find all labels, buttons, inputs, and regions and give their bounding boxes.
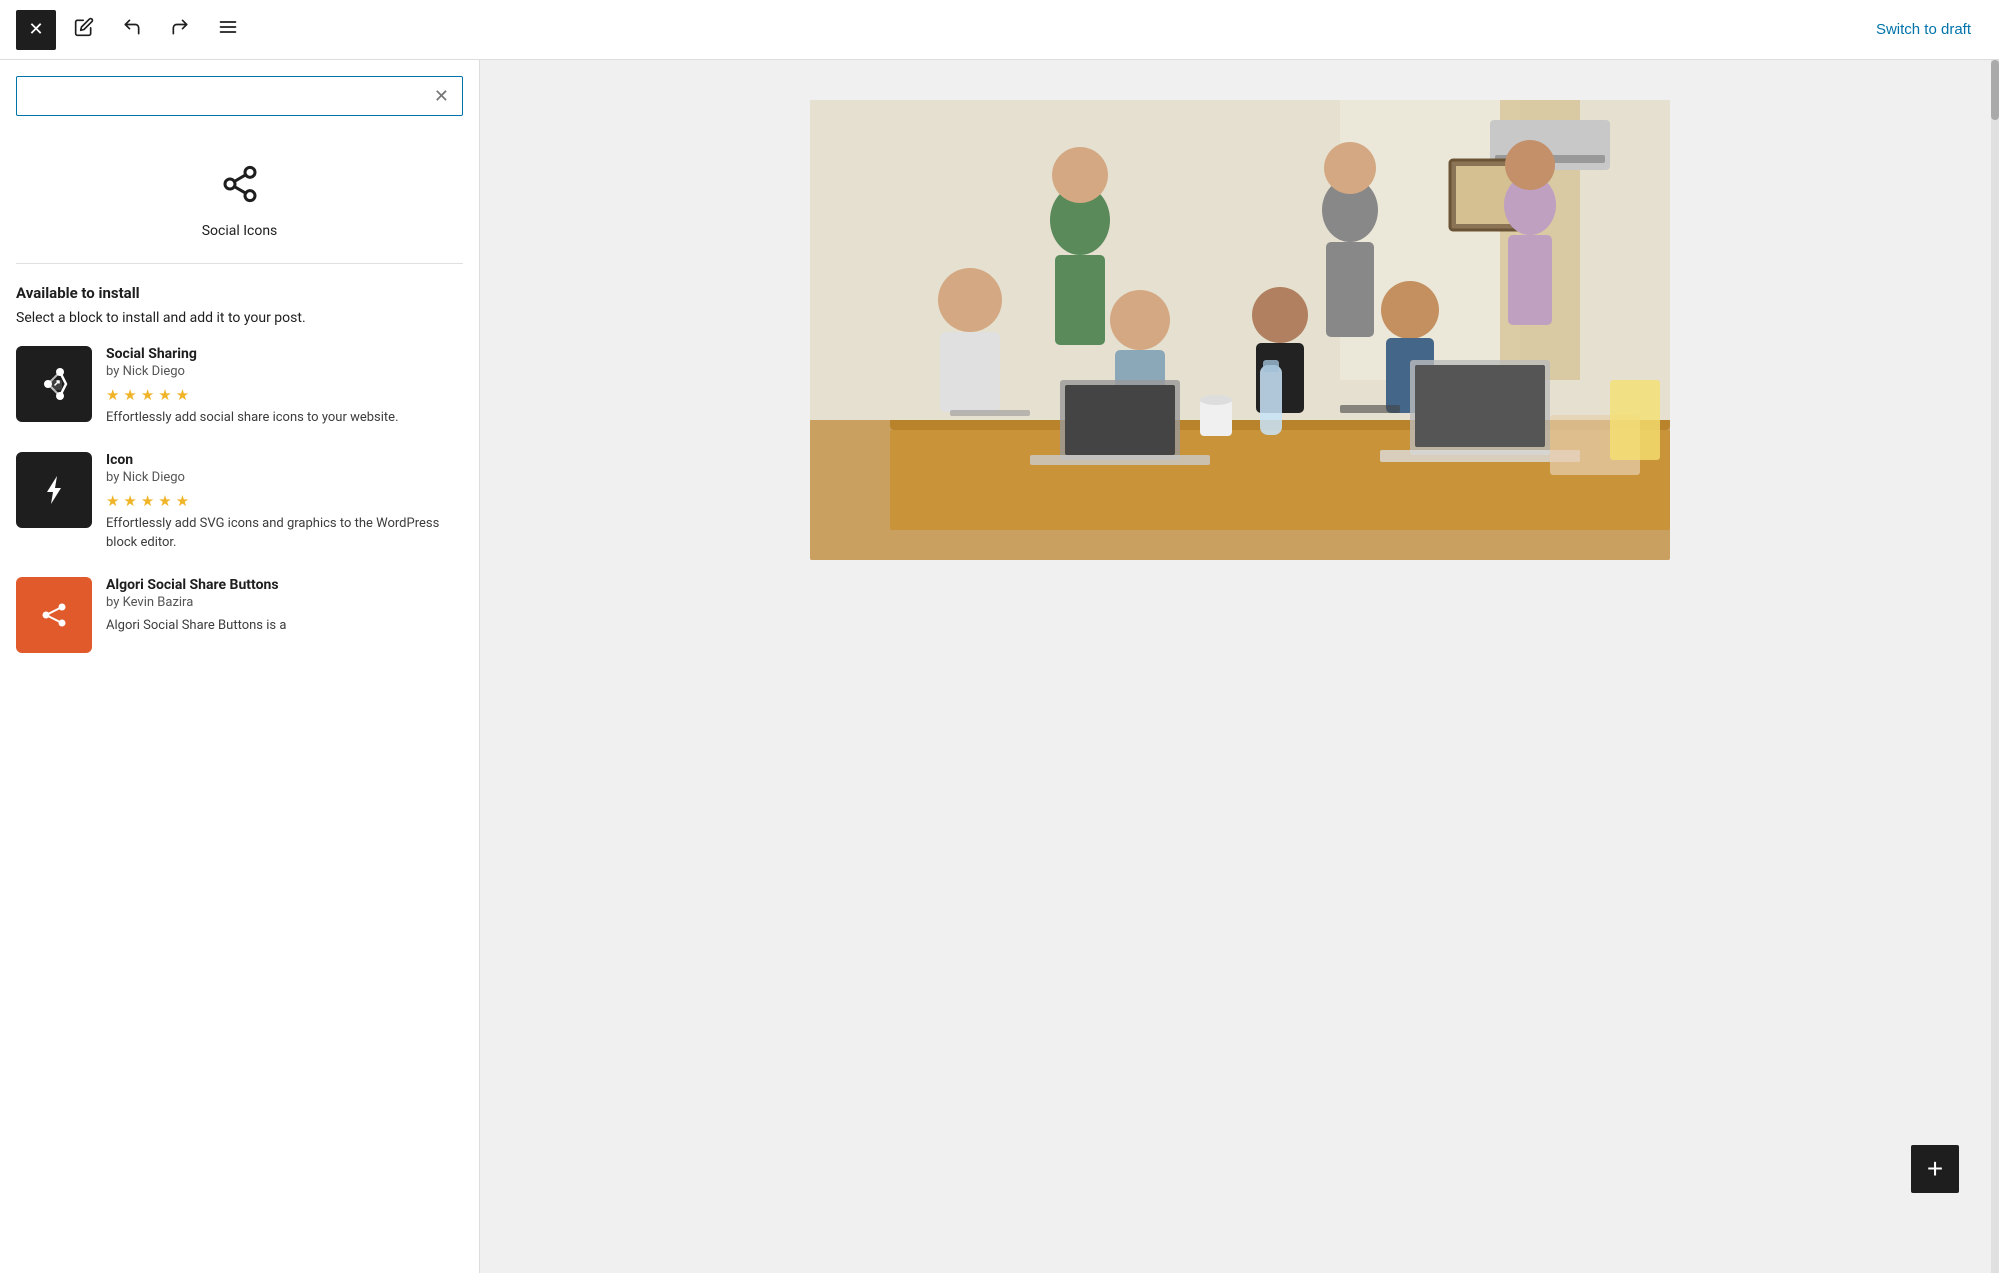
editor-content: + bbox=[480, 60, 1999, 1273]
plugin-info-algori: Algori Social Share Buttons by Kevin Baz… bbox=[106, 577, 463, 636]
plugin-name-icon: Icon bbox=[106, 452, 463, 468]
close-button[interactable]: ✕ bbox=[16, 10, 56, 50]
plugin-author-social-sharing: by Nick Diego bbox=[106, 364, 463, 379]
plugin-info-icon: Icon by Nick Diego ★ ★ ★ ★ ★ Effortlessl… bbox=[106, 452, 463, 553]
star-5: ★ bbox=[176, 492, 189, 510]
star-4: ★ bbox=[158, 386, 171, 404]
plugin-name-social-sharing: Social Sharing bbox=[106, 346, 463, 362]
scroll-indicator bbox=[1991, 60, 1999, 1273]
star-2: ★ bbox=[123, 386, 136, 404]
social-icons-block-label: Social Icons bbox=[202, 223, 278, 239]
star-1: ★ bbox=[106, 386, 119, 404]
post-image-wrapper bbox=[810, 100, 1670, 560]
available-to-install-section: Available to install Select a block to i… bbox=[16, 284, 463, 653]
social-icons-block-icon bbox=[220, 164, 260, 213]
plugin-item-algori[interactable]: Algori Social Share Buttons by Kevin Baz… bbox=[16, 577, 463, 653]
plugin-author-algori: by Kevin Bazira bbox=[106, 595, 463, 610]
star-5: ★ bbox=[176, 386, 189, 404]
star-1: ★ bbox=[106, 492, 119, 510]
search-input[interactable]: social icons bbox=[16, 76, 463, 116]
post-image bbox=[810, 100, 1670, 560]
add-block-button[interactable]: + bbox=[1911, 1145, 1959, 1193]
plugin-icon-social-sharing bbox=[16, 346, 92, 422]
plugin-desc-social-sharing: Effortlessly add social share icons to y… bbox=[106, 408, 463, 428]
close-icon: ✕ bbox=[28, 19, 43, 40]
toolbar-right: Switch to draft bbox=[1864, 13, 1983, 46]
social-icons-block-result[interactable]: Social Icons bbox=[16, 140, 463, 255]
block-inserter-panel: social icons ✕ Social Icons Available to bbox=[0, 60, 480, 1273]
undo-icon bbox=[122, 17, 142, 43]
star-3: ★ bbox=[141, 386, 154, 404]
redo-icon bbox=[170, 17, 190, 43]
switch-to-draft-button[interactable]: Switch to draft bbox=[1864, 13, 1983, 46]
menu-button[interactable] bbox=[208, 10, 248, 50]
star-4: ★ bbox=[158, 492, 171, 510]
plugin-stars-icon: ★ ★ ★ ★ ★ bbox=[106, 491, 463, 510]
available-section-subtitle: Select a block to install and add it to … bbox=[16, 310, 463, 326]
plugin-author-icon: by Nick Diego bbox=[106, 470, 463, 485]
redo-button[interactable] bbox=[160, 10, 200, 50]
plugin-item-social-sharing[interactable]: Social Sharing by Nick Diego ★ ★ ★ ★ ★ E… bbox=[16, 346, 463, 428]
plugin-name-algori: Algori Social Share Buttons bbox=[106, 577, 463, 593]
scroll-thumb bbox=[1991, 60, 1999, 120]
edit-icon bbox=[74, 17, 94, 43]
plugin-icon-algori bbox=[16, 577, 92, 653]
star-3: ★ bbox=[141, 492, 154, 510]
undo-button[interactable] bbox=[112, 10, 152, 50]
plugin-item-icon[interactable]: Icon by Nick Diego ★ ★ ★ ★ ★ Effortlessl… bbox=[16, 452, 463, 553]
menu-icon bbox=[218, 17, 238, 43]
star-2: ★ bbox=[123, 492, 136, 510]
plugin-icon-icon bbox=[16, 452, 92, 528]
available-section-title: Available to install bbox=[16, 284, 463, 302]
clear-icon: ✕ bbox=[434, 86, 449, 106]
search-wrapper: social icons ✕ bbox=[16, 76, 463, 116]
plugin-info-social-sharing: Social Sharing by Nick Diego ★ ★ ★ ★ ★ E… bbox=[106, 346, 463, 428]
toolbar: ✕ bbox=[0, 0, 1999, 60]
edit-button[interactable] bbox=[64, 10, 104, 50]
toolbar-left: ✕ bbox=[16, 10, 248, 50]
plugin-desc-algori: Algori Social Share Buttons is a bbox=[106, 616, 463, 636]
main-area: social icons ✕ Social Icons Available to bbox=[0, 60, 1999, 1273]
add-icon: + bbox=[1927, 1153, 1943, 1185]
search-clear-button[interactable]: ✕ bbox=[430, 83, 453, 109]
plugin-desc-icon: Effortlessly add SVG icons and graphics … bbox=[106, 514, 463, 553]
section-divider bbox=[16, 263, 463, 264]
plugin-stars-social-sharing: ★ ★ ★ ★ ★ bbox=[106, 385, 463, 404]
